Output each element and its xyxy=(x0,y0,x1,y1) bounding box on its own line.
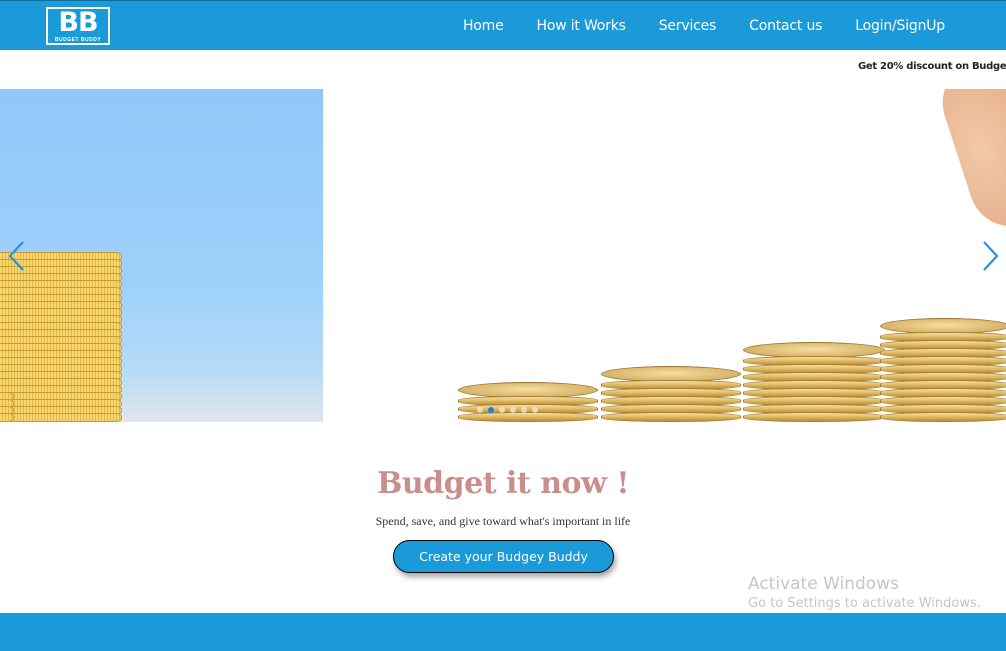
finger-image xyxy=(931,89,1006,238)
carousel-slide-coin-stacks xyxy=(323,89,1006,422)
small-gold-coin xyxy=(0,382,14,422)
nav-services-link[interactable]: Services xyxy=(659,18,717,34)
nav-links: Home How it Works Services Contact us Lo… xyxy=(430,1,945,51)
hero-subtitle: Spend, save, and give toward what's impo… xyxy=(375,514,631,528)
footer-bar xyxy=(0,613,1006,651)
carousel-indicator-dot[interactable] xyxy=(487,407,494,413)
carousel-indicator-dot[interactable] xyxy=(498,407,505,413)
carousel-indicator-dot[interactable] xyxy=(531,407,538,413)
logo-subtext: BUDGET BUDDY xyxy=(54,37,102,43)
carousel-slide-gold-coins xyxy=(0,89,323,422)
coin-stack-4 xyxy=(880,318,1006,422)
image-carousel xyxy=(0,89,1006,422)
watermark-title: Activate Windows xyxy=(748,574,899,594)
activate-windows-watermark: Activate Windows Go to Settings to activ… xyxy=(748,573,981,613)
carousel-indicator-dot[interactable] xyxy=(509,407,516,413)
nav-home-link[interactable]: Home xyxy=(463,18,504,34)
announcement-text: Get 20% discount on Budget B xyxy=(858,61,1006,72)
nav-login-signup-link[interactable]: Login/SignUp xyxy=(855,18,945,34)
nav-how-it-works-link[interactable]: How it Works xyxy=(537,18,626,34)
chevron-right-icon xyxy=(983,241,999,271)
announcement-marquee: Get 20% discount on Budget B xyxy=(0,61,1006,79)
coin-stack-1 xyxy=(458,382,598,422)
navbar: BB BUDGET BUDDY Home How it Works Servic… xyxy=(0,0,1006,50)
carousel-next-button[interactable] xyxy=(980,239,1002,273)
carousel-indicator-dot[interactable] xyxy=(520,407,527,413)
carousel-indicator-dot[interactable] xyxy=(476,407,483,413)
coin-stack-3 xyxy=(743,342,885,422)
logo-letters: BB xyxy=(58,7,98,38)
carousel-prev-button[interactable] xyxy=(5,239,27,273)
hero-title: Budget it now ! xyxy=(377,466,629,501)
watermark-subtitle: Go to Settings to activate Windows. xyxy=(748,596,981,611)
logo[interactable]: BB BUDGET BUDDY xyxy=(46,7,110,45)
create-budget-buddy-button[interactable]: Create your Budgey Buddy xyxy=(393,540,614,573)
coin-stack-2 xyxy=(601,366,741,422)
carousel-indicators xyxy=(474,407,540,413)
chevron-left-icon xyxy=(8,241,24,271)
nav-contact-link[interactable]: Contact us xyxy=(749,18,822,34)
